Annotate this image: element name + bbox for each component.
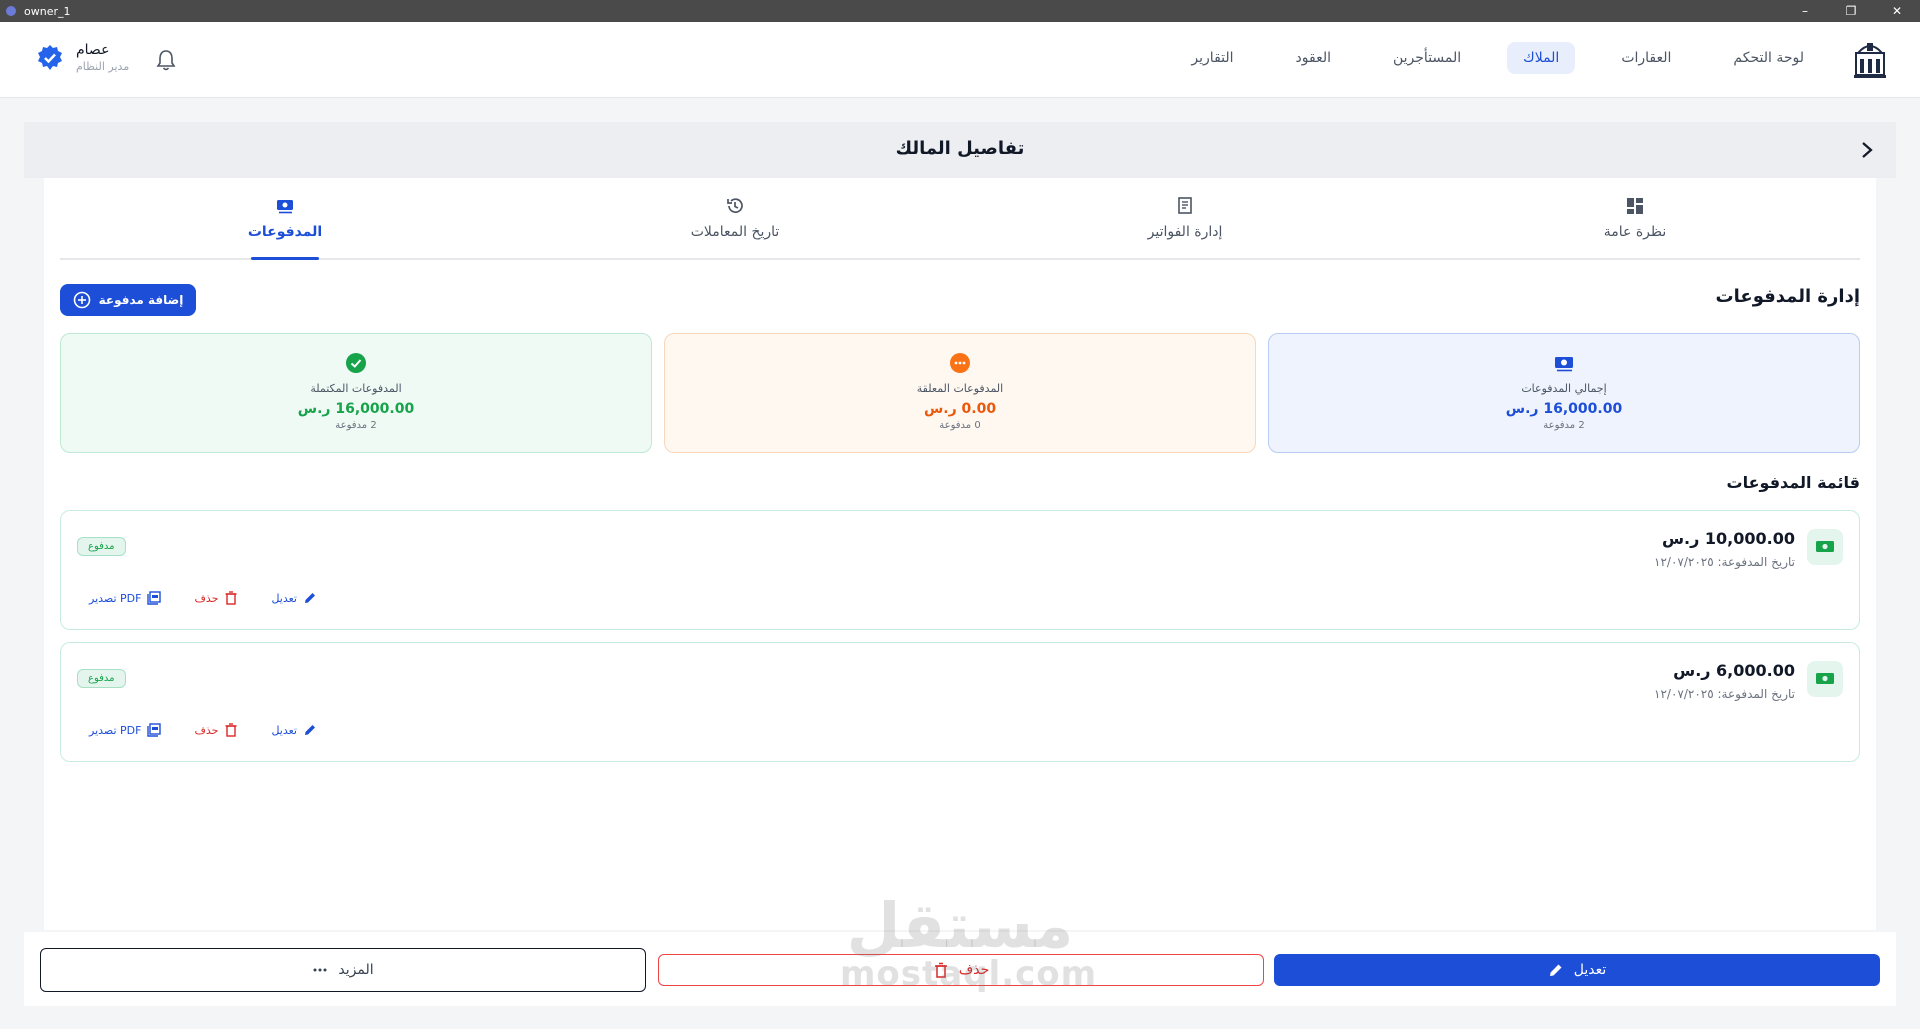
tab-label: تاريخ المعاملات: [690, 224, 780, 240]
pdf-icon: [147, 723, 162, 737]
stat-count: 2 مدفوعة: [1543, 420, 1585, 431]
payments-icon: [277, 200, 293, 214]
add-payment-button[interactable]: إضافة مدفوعة: [60, 284, 196, 316]
payment-actions: تصدير PDF حذف تعديل: [89, 723, 317, 737]
tab-transactions-history[interactable]: تاريخ المعاملات: [510, 178, 960, 258]
pencil-icon: [304, 725, 315, 735]
delete-payment-button[interactable]: حذف: [194, 591, 238, 605]
delete-owner-button[interactable]: حذف: [658, 954, 1264, 986]
payment-amount: 10,000.00 ر.س: [1661, 529, 1795, 548]
stat-label: المدفوعات المعلقة: [916, 382, 1004, 395]
pencil-icon: [304, 593, 315, 603]
money-icon: [1807, 661, 1843, 697]
history-icon: [727, 198, 743, 214]
chevron-right-icon[interactable]: [1856, 138, 1878, 162]
stat-completed-payments: المدفوعات المكتملة 16,000.00 ر.س 2 مدفوع…: [60, 333, 652, 453]
tab-label: المدفوعات: [247, 224, 323, 240]
delete-label: حذف: [194, 591, 219, 605]
nav-tenants[interactable]: المستأجرين: [1377, 42, 1477, 74]
minimize-button[interactable]: –: [1782, 0, 1828, 22]
status-badge: مدفوع: [77, 537, 126, 556]
tab-label: نظرة عامة: [1603, 224, 1667, 240]
app-header: لوحة التحكم العقارات الملاك المستأجرين ا…: [0, 22, 1920, 98]
payment-actions: تصدير PDF حذف تعديل: [89, 591, 317, 605]
trash-icon: [225, 723, 237, 737]
more-label: المزيد: [338, 962, 374, 978]
stat-value: 16,000.00 ر.س: [297, 401, 415, 417]
page-title: تفاصيل المالك: [895, 138, 1025, 159]
pencil-icon: [1549, 964, 1562, 976]
stat-label: المدفوعات المكتملة: [310, 382, 402, 395]
delete-payment-button[interactable]: حذف: [194, 723, 238, 737]
nav-owners[interactable]: الملاك: [1507, 42, 1576, 74]
export-pdf-label: تصدير PDF: [89, 591, 142, 605]
stat-value: 16,000.00 ر.س: [1505, 401, 1623, 417]
verified-icon: [38, 44, 62, 70]
more-circle-icon: [950, 353, 970, 373]
payment-amount: 6,000.00 ر.س: [1673, 661, 1795, 680]
delete-owner-label: حذف: [958, 962, 990, 978]
add-payment-label: إضافة مدفوعة: [98, 293, 184, 307]
edit-owner-button[interactable]: تعديل: [1274, 954, 1880, 986]
pdf-icon: [147, 591, 162, 605]
owner-details-card: نظرة عامة إدارة الفواتير تاريخ المعاملات: [44, 178, 1876, 930]
export-pdf-button[interactable]: تصدير PDF: [89, 723, 162, 737]
logo-icon: [1854, 43, 1886, 78]
edit-payment-button[interactable]: تعديل: [271, 723, 317, 737]
restore-button[interactable]: ❐: [1828, 0, 1874, 22]
receipt-icon: [1178, 197, 1192, 214]
edit-owner-label: تعديل: [1573, 962, 1607, 978]
payment-date: تاريخ المدفوعة: ١٢/٠٧/٢٠٢٥: [1654, 687, 1795, 701]
more-horizontal-icon: [313, 968, 327, 972]
edit-label: تعديل: [271, 723, 297, 737]
payments-list-title: قائمة المدفوعات: [1726, 473, 1860, 492]
payment-item: 10,000.00 ر.س تاريخ المدفوعة: ١٢/٠٧/٢٠٢٥…: [60, 510, 1860, 630]
export-pdf-label: تصدير PDF: [89, 723, 142, 737]
nav-dashboard[interactable]: لوحة التحكم: [1717, 42, 1820, 74]
window-title: owner_1: [24, 4, 71, 18]
stat-pending-payments: المدفوعات المعلقة 0.00 ر.س 0 مدفوعة: [664, 333, 1256, 453]
payment-date: تاريخ المدفوعة: ١٢/٠٧/٢٠٢٥: [1654, 555, 1795, 569]
stat-total-payments: إجمالي المدفوعات 16,000.00 ر.س 2 مدفوعة: [1268, 333, 1860, 453]
bell-icon[interactable]: [155, 48, 177, 72]
stat-count: 0 مدفوعة: [939, 420, 981, 431]
stat-label: إجمالي المدفوعات: [1521, 382, 1607, 395]
check-circle-icon: [346, 353, 366, 373]
stat-count: 2 مدفوعة: [335, 420, 377, 431]
nav-reports[interactable]: التقارير: [1175, 42, 1249, 74]
export-pdf-button[interactable]: تصدير PDF: [89, 591, 162, 605]
edit-payment-button[interactable]: تعديل: [271, 591, 317, 605]
close-button[interactable]: ✕: [1874, 0, 1920, 22]
payments-icon: [1555, 357, 1573, 372]
tab-payments[interactable]: المدفوعات: [60, 178, 510, 260]
user-role: مدير النظام: [76, 60, 130, 73]
section-title: إدارة المدفوعات: [1715, 286, 1860, 307]
more-button[interactable]: المزيد: [40, 948, 646, 992]
edit-label: تعديل: [271, 591, 297, 605]
payment-item: 6,000.00 ر.س تاريخ المدفوعة: ١٢/٠٧/٢٠٢٥ …: [60, 642, 1860, 762]
user-profile[interactable]: عصام مدير النظام: [36, 42, 129, 73]
dashboard-icon: [1627, 198, 1643, 214]
tab-bar: نظرة عامة إدارة الفواتير تاريخ المعاملات: [60, 178, 1860, 260]
user-name: عصام: [76, 42, 110, 58]
add-circle-icon: [73, 291, 90, 309]
trash-icon: [225, 591, 237, 605]
page-header: تفاصيل المالك: [24, 122, 1896, 178]
nav-contracts[interactable]: العقود: [1280, 42, 1347, 74]
status-badge: مدفوع: [77, 669, 126, 688]
payment-stats: إجمالي المدفوعات 16,000.00 ر.س 2 مدفوعة …: [60, 333, 1860, 453]
stat-value: 0.00 ر.س: [923, 401, 997, 417]
main-nav: لوحة التحكم العقارات الملاك المستأجرين ا…: [1175, 42, 1820, 74]
tab-invoices[interactable]: إدارة الفواتير: [960, 178, 1410, 258]
tab-label: إدارة الفواتير: [1147, 224, 1223, 240]
delete-label: حذف: [194, 723, 219, 737]
bottom-action-bar: تعديل حذف المزيد: [24, 932, 1896, 1006]
trash-icon: [934, 962, 947, 978]
money-icon: [1807, 529, 1843, 565]
app-icon: [6, 6, 16, 16]
nav-properties[interactable]: العقارات: [1605, 42, 1687, 74]
window-titlebar: owner_1 – ❐ ✕: [0, 0, 1920, 22]
tab-overview[interactable]: نظرة عامة: [1410, 178, 1860, 258]
